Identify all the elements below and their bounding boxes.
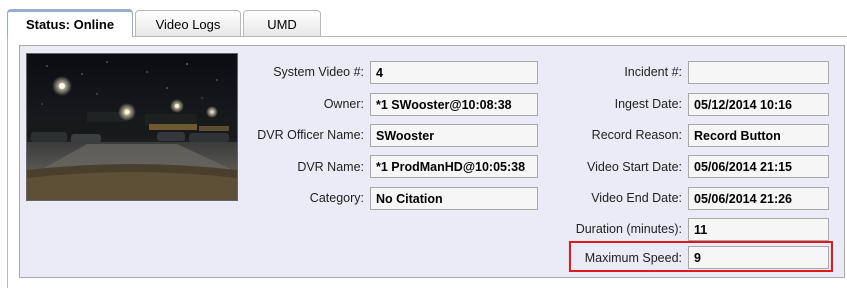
video-end-date-field[interactable]: 05/06/2014 21:26 (688, 187, 829, 210)
video-thumbnail[interactable] (26, 53, 238, 201)
record-reason-label: Record Reason: (591, 128, 682, 142)
incident-number-label: Incident #: (624, 65, 682, 79)
duration-field[interactable]: 11 (688, 218, 829, 241)
video-start-date-label: Video Start Date: (587, 160, 682, 174)
maximum-speed-highlight (569, 241, 833, 272)
record-reason-field[interactable]: Record Button (688, 124, 829, 147)
tab-status[interactable]: Status: Online (7, 9, 133, 37)
dvr-officer-name-label: DVR Officer Name: (257, 128, 364, 142)
dvr-officer-name-field[interactable]: SWooster (370, 124, 538, 147)
owner-label: Owner: (323, 97, 364, 111)
system-video-label: System Video #: (273, 65, 364, 79)
dvr-name-label: DVR Name: (297, 160, 364, 174)
ingest-date-field[interactable]: 05/12/2014 10:16 (688, 93, 829, 116)
video-end-date-label: Video End Date: (591, 191, 682, 205)
video-thumbnail-image (27, 54, 237, 200)
video-start-date-field[interactable]: 05/06/2014 21:15 (688, 155, 829, 178)
tab-bar: Status: Online Video Logs UMD (7, 9, 323, 37)
category-field[interactable]: No Citation (370, 187, 538, 210)
dvr-name-field[interactable]: *1 ProdManHD@10:05:38 (370, 155, 538, 178)
duration-label: Duration (minutes): (575, 222, 682, 236)
tab-umd[interactable]: UMD (243, 10, 321, 37)
category-label: Category: (309, 191, 364, 205)
tab-video-logs[interactable]: Video Logs (135, 10, 241, 37)
incident-number-field[interactable] (688, 61, 829, 84)
ingest-date-label: Ingest Date: (614, 97, 682, 111)
system-video-field[interactable]: 4 (370, 61, 538, 84)
owner-field[interactable]: *1 SWooster@10:08:38 (370, 93, 538, 116)
